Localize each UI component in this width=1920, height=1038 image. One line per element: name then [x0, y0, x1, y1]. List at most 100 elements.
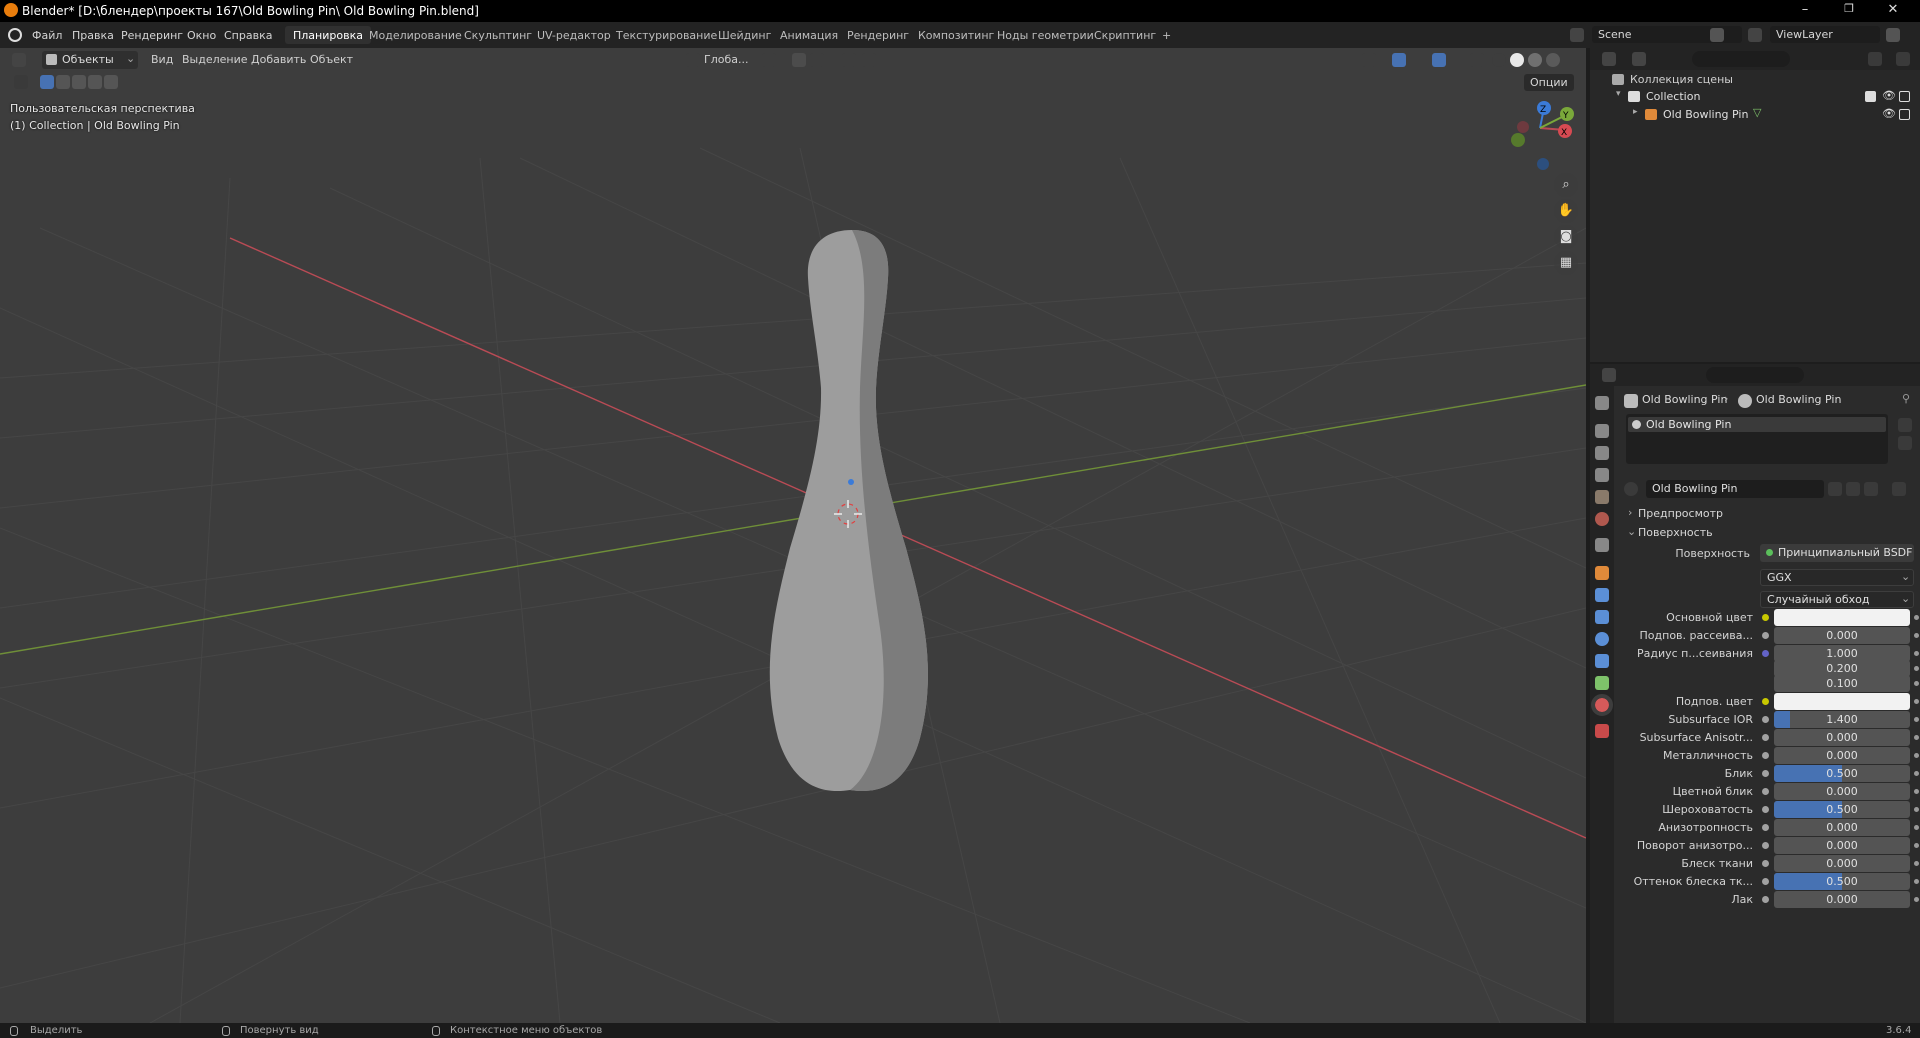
snap-icon[interactable] [792, 53, 806, 67]
physics-tab-icon[interactable] [1595, 632, 1609, 646]
select-new-icon[interactable] [40, 75, 54, 89]
menu-add[interactable]: Добавить [251, 53, 306, 69]
object-tab-icon[interactable] [1595, 566, 1609, 580]
menu-render[interactable]: Рендеринг [121, 29, 183, 42]
expand-collection-icon[interactable]: ▾ [1616, 89, 1621, 99]
menu-edit[interactable]: Правка [72, 29, 114, 42]
duplicate-material-icon[interactable] [1846, 482, 1860, 496]
animate-property-icon[interactable] [1914, 861, 1919, 866]
animate-property-icon[interactable] [1914, 825, 1919, 830]
close-button[interactable]: ✕ [1876, 2, 1910, 17]
scene-tab-icon[interactable] [1595, 490, 1609, 504]
tab-modeling[interactable]: Моделирование [361, 26, 470, 44]
surface-shader-selector[interactable]: Принципиальный BSDF [1760, 544, 1914, 562]
menu-view[interactable]: Вид [151, 53, 173, 69]
input-socket-icon[interactable] [1762, 824, 1769, 831]
transform-orientation[interactable]: Глоба... [704, 53, 748, 69]
tab-scripting[interactable]: Скриптинг [1086, 26, 1164, 44]
breadcrumb-object[interactable]: Old Bowling Pin [1642, 393, 1727, 406]
distribution-dropdown[interactable]: GGX ⌄ [1760, 569, 1914, 586]
object-render-icon[interactable] [1899, 109, 1910, 120]
color-field[interactable] [1774, 693, 1910, 710]
mesh-data-icon[interactable]: ▽ [1753, 106, 1761, 119]
menu-help[interactable]: Справка [224, 29, 272, 42]
select-invert-icon[interactable] [88, 75, 102, 89]
input-socket-icon[interactable] [1762, 860, 1769, 867]
options-dropdown[interactable]: Опции [1524, 74, 1574, 91]
material-name-field[interactable]: Old Bowling Pin [1646, 480, 1824, 498]
properties-search-input[interactable] [1706, 367, 1804, 383]
preview-chevron-icon[interactable]: › [1628, 506, 1632, 519]
pin-icon[interactable]: ⚲ [1902, 392, 1910, 405]
particles-tab-icon[interactable] [1595, 610, 1609, 624]
filter-icon[interactable] [1868, 52, 1882, 66]
menu-file[interactable]: Файл [32, 29, 62, 42]
input-socket-icon[interactable] [1762, 806, 1769, 813]
browse-material-icon[interactable] [1624, 482, 1638, 496]
value-slider[interactable]: 0.500 [1774, 765, 1910, 782]
select-extend-icon[interactable] [56, 75, 70, 89]
value-slider[interactable]: 0.100 [1774, 675, 1910, 692]
render-camera-icon[interactable] [1899, 91, 1910, 102]
fake-user-icon[interactable] [1828, 482, 1842, 496]
value-slider[interactable]: 0.000 [1774, 855, 1910, 872]
outliner-editor-icon[interactable] [1602, 52, 1616, 66]
menu-select[interactable]: Выделение [182, 53, 248, 69]
blender-menu-icon[interactable] [8, 28, 22, 42]
select-intersect-icon[interactable] [104, 75, 118, 89]
render-tab-icon[interactable] [1595, 424, 1609, 438]
output-tab-icon[interactable] [1595, 446, 1609, 460]
tab-rendering[interactable]: Рендеринг [839, 26, 917, 44]
animate-property-icon[interactable] [1914, 807, 1919, 812]
animate-property-icon[interactable] [1914, 879, 1919, 884]
surface-section-header[interactable]: Поверхность [1638, 526, 1713, 539]
animate-property-icon[interactable] [1914, 681, 1919, 686]
ortho-grid-icon[interactable]: ▦ [1554, 251, 1578, 275]
value-slider[interactable]: 0.000 [1774, 627, 1910, 644]
constraints-tab-icon[interactable] [1595, 654, 1609, 668]
animate-property-icon[interactable] [1914, 753, 1919, 758]
snap-target-icon[interactable] [810, 53, 824, 67]
data-tab-icon[interactable] [1595, 676, 1609, 690]
material-tab-icon[interactable] [1591, 694, 1613, 716]
animate-property-icon[interactable] [1914, 789, 1919, 794]
input-socket-icon[interactable] [1762, 788, 1769, 795]
restore-button[interactable]: ❐ [1832, 2, 1866, 15]
pan-hand-icon[interactable]: ✋ [1554, 199, 1578, 223]
outliner-collection[interactable]: Collection [1646, 90, 1700, 103]
animate-property-icon[interactable] [1914, 651, 1919, 656]
preview-section-header[interactable]: Предпросмотр [1638, 507, 1723, 520]
modifier-tab-icon[interactable] [1595, 588, 1609, 602]
link-type-icon[interactable] [1892, 482, 1906, 496]
input-socket-icon[interactable] [1762, 614, 1769, 621]
input-socket-icon[interactable] [1762, 650, 1769, 657]
value-slider[interactable]: 0.000 [1774, 891, 1910, 908]
mode-selector[interactable]: Объекты ⌄ [42, 51, 138, 69]
overlay-toggle-icon[interactable] [1432, 53, 1446, 67]
view-layer-tab-icon[interactable] [1595, 468, 1609, 482]
subsurface-method-dropdown[interactable]: Случайный обход ⌄ [1760, 591, 1914, 608]
toolbar-toggle-icon[interactable] [14, 75, 28, 89]
view-layer-selector[interactable]: ViewLayer [1770, 26, 1880, 43]
input-socket-icon[interactable] [1762, 632, 1769, 639]
tool-tab-icon[interactable] [1595, 396, 1609, 410]
new-scene-icon[interactable] [1710, 28, 1724, 42]
input-socket-icon[interactable] [1762, 770, 1769, 777]
tab-texture-paint[interactable]: Текстурирование [608, 26, 725, 44]
value-slider[interactable]: 0.500 [1774, 873, 1910, 890]
input-socket-icon[interactable] [1762, 752, 1769, 759]
tab-sculpting[interactable]: Скульптинг [456, 26, 540, 44]
tab-animation[interactable]: Анимация [772, 26, 846, 44]
animate-property-icon[interactable] [1914, 699, 1919, 704]
value-slider[interactable]: 0.000 [1774, 747, 1910, 764]
object-eye-icon[interactable]: 👁 [1882, 107, 1896, 120]
material-shading-icon[interactable] [1528, 53, 1542, 67]
menu-object[interactable]: Объект [310, 53, 353, 69]
proportional-edit-icon[interactable] [842, 53, 856, 67]
input-socket-icon[interactable] [1762, 896, 1769, 903]
eye-icon[interactable]: 👁 [1882, 89, 1896, 102]
material-slot-item[interactable]: Old Bowling Pin [1628, 417, 1886, 432]
input-socket-icon[interactable] [1762, 716, 1769, 723]
tab-geometry-nodes[interactable]: Ноды геометрии [989, 26, 1102, 44]
input-socket-icon[interactable] [1762, 842, 1769, 849]
